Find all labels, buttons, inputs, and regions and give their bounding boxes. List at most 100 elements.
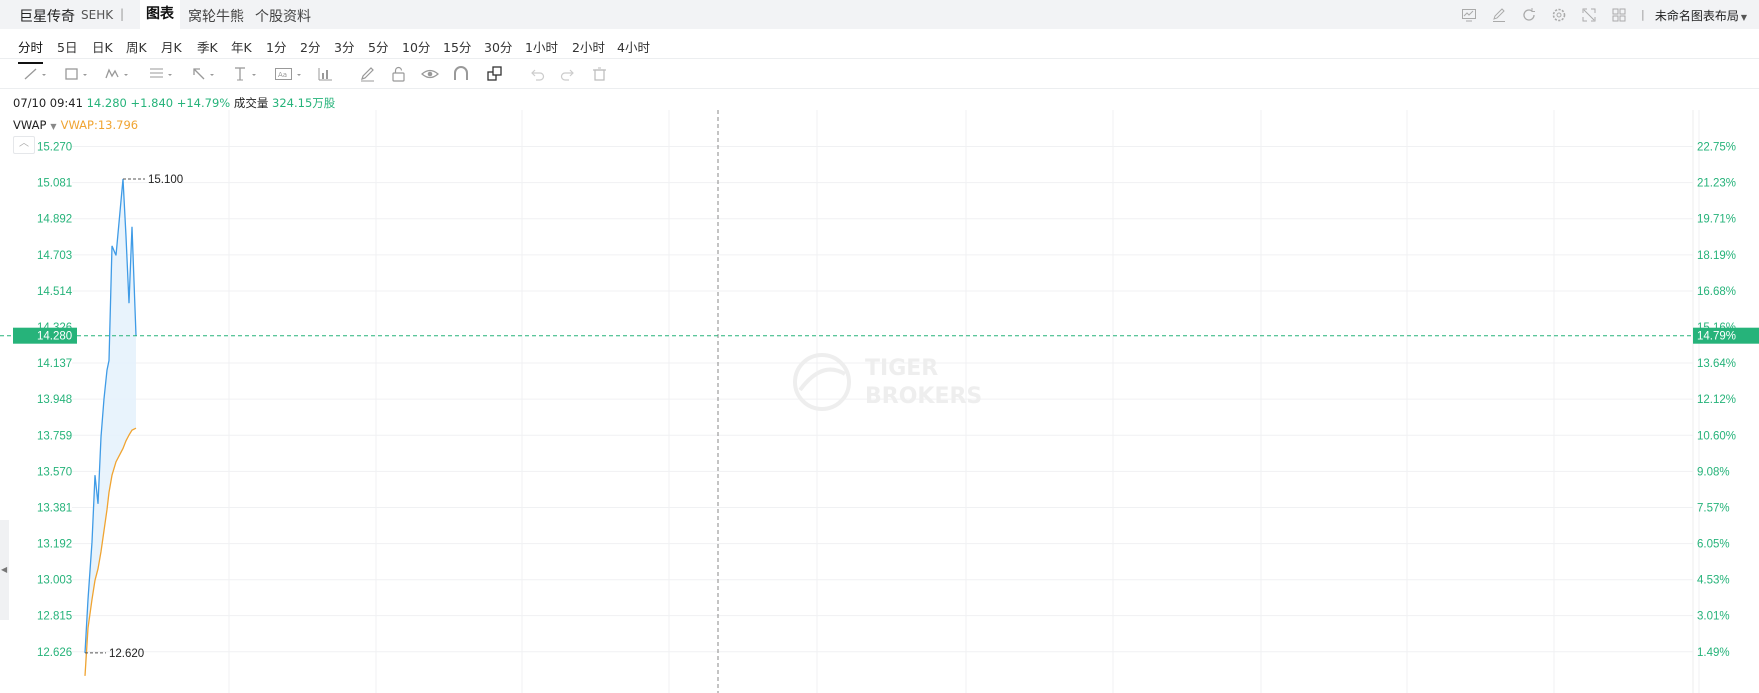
tab-stock-profile[interactable]: 个股资料	[255, 6, 311, 26]
chevron-down-icon[interactable]: ▼	[50, 122, 56, 131]
left-axis-tick: 12.626	[37, 647, 72, 659]
price-area-fill	[85, 178, 136, 676]
header-divider: |	[1641, 8, 1645, 21]
interval-2m[interactable]: 2分	[300, 37, 320, 56]
current-pct-label: 14.79%	[1697, 331, 1736, 343]
trend-line-icon[interactable]	[22, 65, 46, 83]
interval-3m[interactable]: 3分	[334, 37, 354, 56]
interval-1h[interactable]: 1小时	[525, 37, 558, 56]
low-label: 12.620	[109, 648, 144, 660]
tab-chart[interactable]: 图表	[140, 0, 180, 29]
high-label: 15.100	[148, 174, 183, 186]
right-axis-tick: 10.60%	[1697, 430, 1736, 442]
left-axis-tick: 14.703	[37, 250, 72, 262]
right-axis-tick: 9.08%	[1697, 466, 1730, 478]
top-header: 巨星传奇 SEHK | 图表 窝轮牛熊 个股资料 | 未命名图表布局 ▼	[0, 0, 1759, 29]
interval-5m[interactable]: 5分	[368, 37, 388, 56]
interval-daily[interactable]: 日K	[92, 37, 113, 56]
right-axis-tick: 19.71%	[1697, 214, 1736, 226]
lock-icon[interactable]	[389, 65, 411, 83]
interval-2h[interactable]: 2小时	[572, 37, 605, 56]
price-chart[interactable]: TIGER BROKERS 15.27015.08114.89214.70314…	[0, 110, 1759, 693]
interval-quarterly[interactable]: 季K	[197, 37, 218, 56]
refresh-icon[interactable]	[1521, 7, 1537, 23]
quote-change: +1.840	[130, 96, 174, 110]
indicator-icon[interactable]	[316, 65, 338, 83]
header-separator: |	[120, 7, 125, 21]
right-axis-tick: 3.01%	[1697, 611, 1730, 623]
collapse-legend-button[interactable]: ︿	[13, 136, 35, 154]
right-axis-tick: 22.75%	[1697, 142, 1736, 154]
magnet-icon[interactable]	[451, 65, 473, 83]
interval-5d[interactable]: 5日	[57, 37, 77, 56]
tab-warrants[interactable]: 窝轮牛熊	[188, 6, 244, 26]
eye-icon[interactable]	[420, 65, 442, 83]
rectangle-icon[interactable]	[63, 65, 87, 83]
right-axis-tick: 21.23%	[1697, 178, 1736, 190]
pattern-icon[interactable]	[104, 65, 128, 83]
right-axis-tick: 6.05%	[1697, 539, 1730, 551]
interval-weekly[interactable]: 周K	[126, 37, 147, 56]
grid-layout-icon[interactable]	[1611, 7, 1627, 23]
left-axis-tick: 14.137	[37, 358, 72, 370]
interval-monthly[interactable]: 月K	[161, 37, 182, 56]
indicator-name[interactable]: VWAP	[13, 118, 46, 132]
interval-10m[interactable]: 10分	[402, 37, 430, 56]
trash-icon[interactable]	[590, 65, 612, 83]
arrow-icon[interactable]	[190, 65, 214, 83]
left-axis-tick: 12.815	[37, 611, 72, 623]
text-cursor-icon[interactable]	[232, 65, 256, 83]
chevron-left-icon: ◀	[1, 565, 8, 574]
left-axis-tick: 15.081	[37, 178, 72, 190]
redo-icon[interactable]	[558, 65, 580, 83]
right-axis-tick: 1.49%	[1697, 647, 1730, 659]
left-axis-tick: 13.192	[37, 539, 72, 551]
chevron-down-icon: ▼	[1740, 13, 1747, 22]
quote-change-pct: +14.79%	[176, 96, 231, 110]
current-price-label: 14.280	[37, 331, 72, 343]
left-axis-tick: 15.270	[37, 142, 72, 154]
volume-value: 324.15万股	[272, 96, 336, 110]
quote-info-row: 07/10 09:41 14.280 +1.840 +14.79% 成交量 32…	[13, 95, 335, 111]
interval-4h[interactable]: 4小时	[617, 37, 650, 56]
right-axis-tick: 4.53%	[1697, 575, 1730, 587]
indicator-value: VWAP:13.796	[60, 118, 139, 132]
layout-name-dropdown[interactable]: 未命名图表布局 ▼	[1655, 7, 1747, 24]
right-axis-tick: 7.57%	[1697, 503, 1730, 515]
series-layer	[0, 178, 1759, 676]
interval-intraday[interactable]: 分时	[18, 37, 44, 64]
sidebar-toggle-handle[interactable]: ◀	[0, 520, 9, 620]
layout-name-label: 未命名图表布局	[1654, 9, 1739, 23]
left-axis-tick: 13.759	[37, 430, 72, 442]
undo-icon[interactable]	[527, 65, 549, 83]
quote-price: 14.280	[86, 96, 127, 110]
volume-label: 成交量	[233, 96, 269, 110]
left-axis-tick: 14.514	[37, 286, 73, 298]
interval-yearly[interactable]: 年K	[231, 37, 252, 56]
settings-icon[interactable]	[1551, 7, 1567, 23]
watermark-text-2: BROKERS	[865, 384, 982, 409]
right-axis-tick: 13.64%	[1697, 358, 1736, 370]
watermark-text-1: TIGER	[865, 356, 938, 381]
indicator-row: VWAP ▼ VWAP:13.796	[13, 118, 138, 132]
edit-icon[interactable]	[1491, 7, 1507, 23]
drawing-toolbar: Aa	[0, 59, 1759, 89]
text-label-icon[interactable]: Aa	[274, 65, 301, 83]
interval-1m[interactable]: 1分	[266, 37, 286, 56]
compare-icon[interactable]	[1461, 7, 1477, 23]
interval-bar: 分时 5日 日K 周K 月K 季K 年K 1分 2分 3分 5分 10分 15分…	[0, 29, 1759, 64]
annotations: 14.280 14.79% 15.100 12.620	[13, 174, 1759, 660]
fib-icon[interactable]	[148, 65, 172, 83]
left-axis-tick: 13.948	[37, 394, 72, 406]
pencil-icon[interactable]	[358, 65, 380, 83]
layers-icon[interactable]	[485, 65, 507, 83]
exchange-label: SEHK	[81, 8, 114, 22]
interval-15m[interactable]: 15分	[443, 37, 471, 56]
fullscreen-icon[interactable]	[1581, 7, 1597, 23]
quote-datetime: 07/10 09:41	[13, 96, 83, 110]
left-axis-tick: 14.892	[37, 214, 72, 226]
left-axis-tick: 13.003	[37, 575, 72, 587]
left-axis-tick: 13.381	[37, 503, 72, 515]
stock-name[interactable]: 巨星传奇	[19, 6, 75, 26]
interval-30m[interactable]: 30分	[484, 37, 512, 56]
